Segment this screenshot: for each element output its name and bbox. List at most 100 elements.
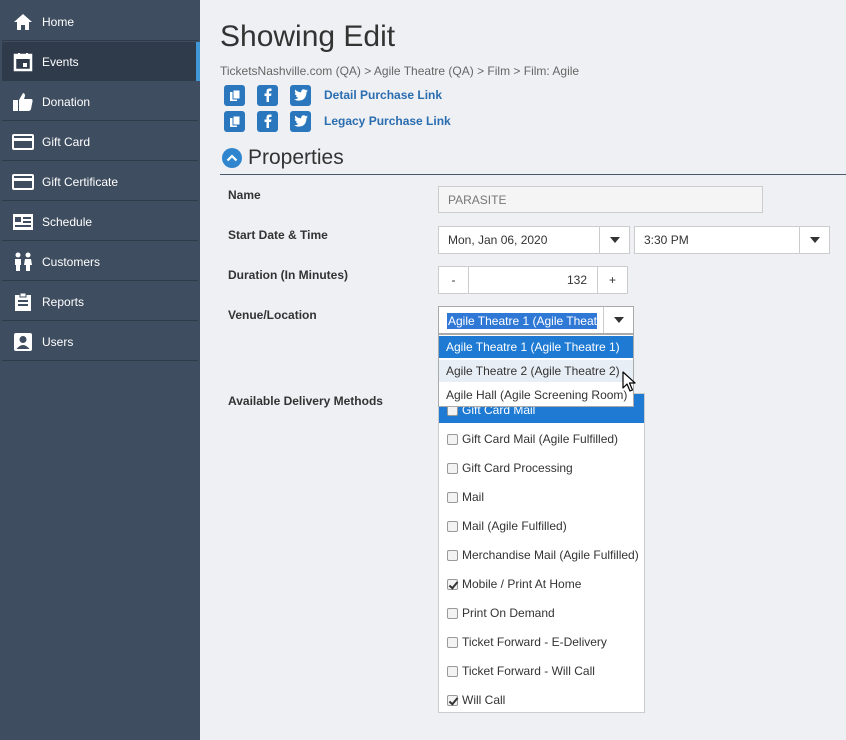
venue-dropdown-list: Agile Theatre 1 (Agile Theatre 1) Agile …	[438, 334, 634, 407]
main-content: Showing Edit TicketsNashville.com (QA) >…	[200, 0, 846, 740]
properties-header[interactable]: Properties	[222, 146, 344, 170]
delivery-methods-label: Available Delivery Methods	[228, 394, 383, 408]
checkbox[interactable]	[447, 433, 458, 445]
venue-selected-value: Agile Theatre 1 (Agile Theatre 1)	[447, 313, 597, 329]
chevron-down-icon[interactable]	[603, 307, 633, 333]
properties-title: Properties	[248, 146, 344, 169]
divider	[220, 174, 846, 175]
list-item-label: Merchandise Mail (Agile Fulfilled)	[462, 548, 639, 562]
venue-option[interactable]: Agile Theatre 1 (Agile Theatre 1)	[439, 336, 633, 358]
copy-icon[interactable]	[224, 110, 245, 132]
mouse-cursor-icon	[622, 371, 636, 398]
sidebar-item-label: Home	[42, 15, 75, 29]
sidebar-item-label: Gift Certificate	[42, 175, 119, 189]
checkbox[interactable]	[447, 636, 458, 648]
thumbs-up-icon	[12, 91, 34, 113]
credit-card-icon	[12, 171, 34, 193]
checkbox-checked[interactable]	[447, 578, 458, 590]
duration-label: Duration (In Minutes)	[228, 268, 348, 282]
sidebar-item-events[interactable]: Events	[2, 42, 200, 81]
sidebar-item-label: Customers	[42, 255, 101, 269]
list-item-label: Will Call	[462, 693, 506, 707]
legacy-purchase-link[interactable]: Legacy Purchase Link	[324, 114, 451, 128]
sidebar-item-customers[interactable]: Customers	[2, 242, 198, 281]
chevron-down-icon[interactable]	[799, 227, 829, 253]
start-date-value: Mon, Jan 06, 2020	[448, 233, 548, 247]
twitter-icon[interactable]	[290, 110, 311, 132]
share-row-detail: Detail Purchase Link	[224, 84, 442, 106]
sidebar-item-label: Gift Card	[42, 135, 91, 149]
sidebar-item-users[interactable]: Users	[2, 322, 198, 361]
sidebar: Home Events Donation Gift Card Gift Cert…	[0, 0, 200, 740]
duration-input[interactable]: 132	[468, 266, 598, 294]
duration-decrement-button[interactable]: -	[438, 266, 469, 294]
sidebar-item-label: Donation	[42, 95, 91, 109]
delivery-option-mail[interactable]: Mail	[447, 488, 484, 506]
users-icon	[12, 251, 34, 273]
breadcrumb: TicketsNashville.com (QA) > Agile Theatr…	[220, 64, 580, 78]
page-title: Showing Edit	[220, 20, 396, 53]
list-item-label: Ticket Forward - Will Call	[462, 664, 595, 678]
detail-purchase-link[interactable]: Detail Purchase Link	[324, 88, 442, 102]
checkbox-checked[interactable]	[447, 694, 458, 706]
sidebar-item-label: Events	[42, 55, 79, 69]
start-date-select[interactable]: Mon, Jan 06, 2020	[438, 226, 630, 254]
name-value: PARASITE	[448, 192, 507, 207]
duration-value: 132	[566, 273, 587, 287]
chevron-up-icon[interactable]	[222, 148, 242, 168]
checkbox[interactable]	[447, 549, 458, 561]
start-time-select[interactable]: 3:30 PM	[634, 226, 830, 254]
credit-card-icon	[12, 131, 34, 153]
delivery-methods-list: Gift Card Mail Gift Card Mail (Agile Ful…	[438, 393, 645, 713]
calendar-icon	[12, 51, 34, 73]
checkbox[interactable]	[447, 520, 458, 532]
list-item-label: Gift Card Mail (Agile Fulfilled)	[462, 432, 619, 446]
start-time-value: 3:30 PM	[644, 233, 689, 247]
delivery-option-print-on-demand[interactable]: Print On Demand	[447, 604, 555, 622]
sidebar-item-home[interactable]: Home	[2, 2, 198, 41]
sidebar-item-schedule[interactable]: Schedule	[2, 202, 198, 241]
list-item-label: Mobile / Print At Home	[462, 577, 582, 591]
home-icon	[12, 11, 34, 33]
share-row-legacy: Legacy Purchase Link	[224, 110, 451, 132]
schedule-icon	[12, 211, 34, 233]
list-item-label: Ticket Forward - E-Delivery	[462, 635, 607, 649]
checkbox[interactable]	[447, 665, 458, 677]
sidebar-item-label: Schedule	[42, 215, 93, 229]
venue-option[interactable]: Agile Theatre 2 (Agile Theatre 2)	[439, 360, 633, 382]
delivery-option-gift-card-processing[interactable]: Gift Card Processing	[447, 459, 573, 477]
checkbox[interactable]	[447, 607, 458, 619]
delivery-option-merchandise-mail[interactable]: Merchandise Mail (Agile Fulfilled)	[447, 546, 639, 564]
list-item-label: Mail	[462, 490, 485, 504]
checkbox[interactable]	[447, 491, 458, 503]
venue-option[interactable]: Agile Hall (Agile Screening Room)	[439, 384, 633, 406]
sidebar-item-gift-card[interactable]: Gift Card	[2, 122, 198, 161]
chevron-down-icon[interactable]	[599, 227, 629, 253]
sidebar-item-label: Users	[42, 335, 74, 349]
sidebar-item-gift-certificate[interactable]: Gift Certificate	[2, 162, 198, 201]
delivery-option-mobile-print[interactable]: Mobile / Print At Home	[447, 575, 581, 593]
twitter-icon[interactable]	[290, 84, 311, 106]
copy-icon[interactable]	[224, 84, 245, 106]
list-item-label: Mail (Agile Fulfilled)	[462, 519, 567, 533]
delivery-option-ticket-forward-will-call[interactable]: Ticket Forward - Will Call	[447, 662, 595, 680]
checkbox[interactable]	[447, 462, 458, 474]
start-date-label: Start Date & Time	[228, 228, 328, 242]
list-item-label: Print On Demand	[462, 606, 555, 620]
name-label: Name	[228, 188, 261, 202]
facebook-icon[interactable]	[257, 110, 278, 132]
delivery-option-ticket-forward-edelivery[interactable]: Ticket Forward - E-Delivery	[447, 633, 607, 651]
delivery-option-mail-agile[interactable]: Mail (Agile Fulfilled)	[447, 517, 567, 535]
delivery-option-will-call[interactable]: Will Call	[447, 691, 505, 709]
delivery-option-gift-card-mail-agile[interactable]: Gift Card Mail (Agile Fulfilled)	[447, 430, 618, 448]
facebook-icon[interactable]	[257, 84, 278, 106]
sidebar-item-reports[interactable]: Reports	[2, 282, 198, 321]
venue-select[interactable]: Agile Theatre 1 (Agile Theatre 1)	[438, 306, 634, 334]
duration-increment-button[interactable]: +	[597, 266, 628, 294]
name-field[interactable]: PARASITE	[438, 186, 763, 213]
sidebar-item-label: Reports	[42, 295, 85, 309]
venue-label: Venue/Location	[228, 308, 317, 322]
sidebar-item-donation[interactable]: Donation	[2, 82, 198, 121]
list-item-label: Gift Card Processing	[462, 461, 573, 475]
user-icon	[12, 331, 34, 353]
